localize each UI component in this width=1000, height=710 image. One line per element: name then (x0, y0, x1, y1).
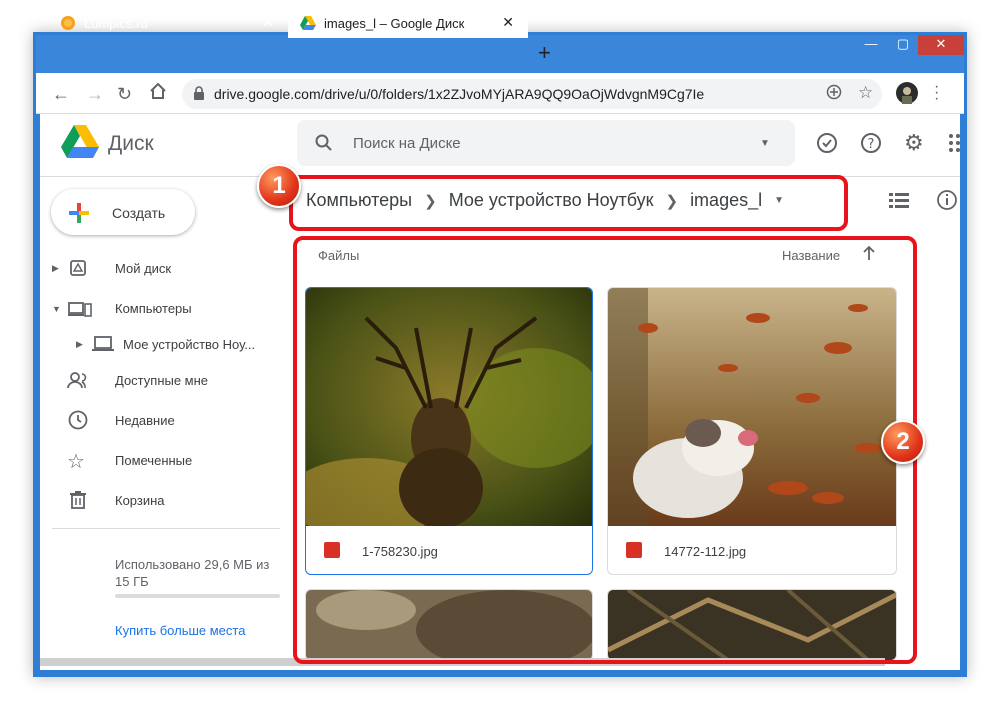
sidebar-item-my-drive[interactable]: Мой диск (115, 261, 171, 276)
tab-drive[interactable]: images_l – Google Диск ✕ (288, 8, 528, 38)
expand-arrow-icon[interactable]: ▶ (76, 339, 83, 350)
expand-arrow-icon[interactable]: ▶ (52, 263, 59, 274)
tab-strip (36, 35, 964, 73)
orange-favicon-icon (61, 16, 75, 30)
drive-favicon-icon (300, 16, 316, 30)
collapse-arrow-icon[interactable]: ▼ (52, 304, 61, 314)
close-tab-icon[interactable]: ✕ (502, 14, 514, 31)
maximize-icon[interactable]: ▢ (890, 35, 916, 55)
recent-clock-icon (68, 410, 88, 435)
bookmark-star-icon[interactable]: ☆ (858, 83, 873, 103)
list-view-icon[interactable] (889, 191, 909, 214)
annotation-badge-2: 2 (881, 420, 925, 464)
trash-icon (70, 491, 86, 514)
plus-icon (67, 201, 91, 230)
sidebar-item-trash[interactable]: Корзина (115, 493, 165, 508)
search-icon[interactable] (315, 134, 333, 157)
app-title[interactable]: Диск (108, 132, 154, 156)
laptop-icon (92, 336, 114, 357)
browser-menu-icon[interactable]: · · · (934, 79, 939, 107)
offline-check-icon[interactable] (816, 132, 838, 159)
sidebar-item-starred[interactable]: Помеченные (115, 453, 192, 468)
buy-storage-link[interactable]: Купить больше места (115, 623, 245, 638)
tab-lumpics[interactable]: Lumpics.ru ✕ (48, 8, 288, 38)
tab-title: Lumpics.ru (84, 15, 148, 31)
sidebar-item-shared[interactable]: Доступные мне (115, 373, 208, 388)
sidebar-item-recent[interactable]: Недавние (115, 413, 175, 428)
storage-usage-text: Использовано 29,6 МБ из 15 ГБ (115, 557, 270, 589)
sidebar-divider (52, 528, 280, 529)
drive-logo-icon[interactable] (61, 125, 99, 164)
computers-icon (68, 300, 92, 323)
url-text: drive.google.com/drive/u/0/folders/1x2ZJ… (214, 86, 705, 102)
window-close-icon[interactable]: ✕ (918, 35, 964, 55)
search-input[interactable]: Поиск на Диске (353, 135, 461, 152)
storage-bar (115, 594, 280, 598)
lock-icon (193, 86, 205, 105)
tab-title: images_l – Google Диск (324, 15, 465, 31)
help-icon[interactable]: ? (860, 132, 882, 159)
my-drive-icon (69, 259, 87, 282)
search-options-icon[interactable]: ▼ (760, 138, 770, 149)
starred-icon: ☆ (67, 451, 85, 473)
back-icon[interactable]: ← (52, 84, 70, 105)
new-tab-icon[interactable]: + (538, 41, 551, 65)
avatar[interactable] (896, 82, 918, 104)
add-icon[interactable] (826, 84, 842, 105)
annotation-highlight-breadcrumb (289, 175, 848, 231)
minimize-icon[interactable]: — (858, 35, 884, 55)
forward-icon[interactable]: → (86, 84, 104, 105)
apps-grid-icon[interactable] (948, 133, 960, 155)
reload-icon[interactable]: ↻ (117, 84, 132, 105)
svg-text:?: ? (868, 137, 875, 152)
create-button-label: Создать (112, 205, 166, 221)
settings-gear-icon[interactable]: ⚙ (904, 130, 924, 156)
info-icon[interactable] (936, 189, 958, 216)
close-tab-icon[interactable]: ✕ (262, 14, 274, 31)
annotation-highlight-files (293, 236, 917, 664)
sidebar-item-my-device[interactable]: Мое устройство Ноу... (123, 337, 255, 352)
sidebar-item-computers[interactable]: Компьютеры (115, 301, 192, 316)
shared-people-icon (67, 371, 91, 394)
annotation-badge-1: 1 (257, 164, 301, 208)
home-icon[interactable] (149, 82, 167, 105)
